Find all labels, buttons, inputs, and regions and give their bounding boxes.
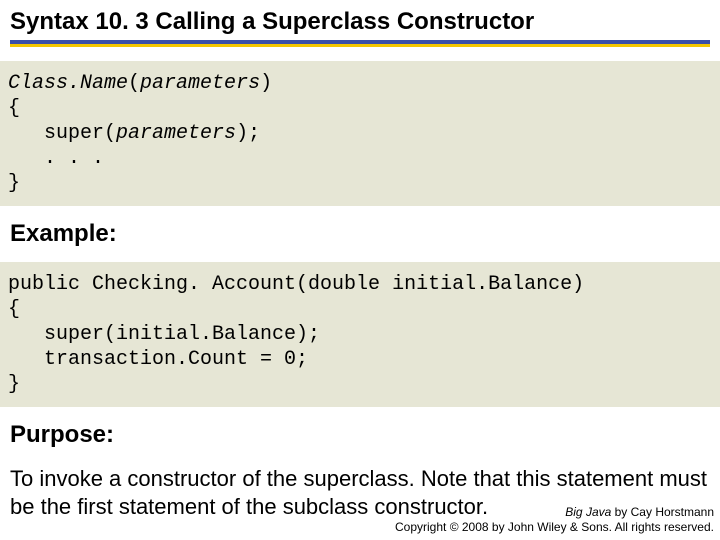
- syntax-l1d: ): [260, 72, 272, 95]
- footer-line2: Copyright © 2008 by John Wiley & Sons. A…: [395, 520, 714, 534]
- example-l2: {: [8, 298, 20, 321]
- syntax-l5: }: [8, 172, 20, 195]
- footer-line1: Big Java by Cay Horstmann: [395, 505, 714, 519]
- example-l4: transaction.Count = 0;: [8, 348, 308, 371]
- syntax-params1: parameters: [140, 72, 260, 95]
- example-codeblock: public Checking. Account(double initial.…: [0, 262, 720, 407]
- syntax-l2: {: [8, 97, 20, 120]
- rule-yellow: [10, 44, 710, 47]
- syntax-l4: . . .: [8, 147, 104, 170]
- book-title: Big Java: [565, 505, 611, 519]
- purpose-label: Purpose:: [0, 407, 720, 455]
- syntax-l3c: );: [236, 122, 260, 145]
- slide: Syntax 10. 3 Calling a Superclass Constr…: [0, 0, 720, 540]
- syntax-l3a: super(: [8, 122, 116, 145]
- example-l3: super(initial.Balance);: [8, 323, 320, 346]
- syntax-l1b: (: [128, 72, 140, 95]
- example-label: Example:: [0, 206, 720, 254]
- slide-title: Syntax 10. 3 Calling a Superclass Constr…: [10, 8, 710, 36]
- example-l1: public Checking. Account(double initial.…: [8, 273, 584, 296]
- syntax-classname: Class.Name: [8, 72, 128, 95]
- title-area: Syntax 10. 3 Calling a Superclass Constr…: [0, 6, 720, 47]
- footer: Big Java by Cay Horstmann Copyright © 20…: [395, 505, 714, 534]
- example-l5: }: [8, 373, 20, 396]
- title-divider: [10, 40, 710, 47]
- syntax-params2: parameters: [116, 122, 236, 145]
- syntax-codeblock: Class.Name(parameters) { super(parameter…: [0, 61, 720, 206]
- book-author: by Cay Horstmann: [611, 505, 714, 519]
